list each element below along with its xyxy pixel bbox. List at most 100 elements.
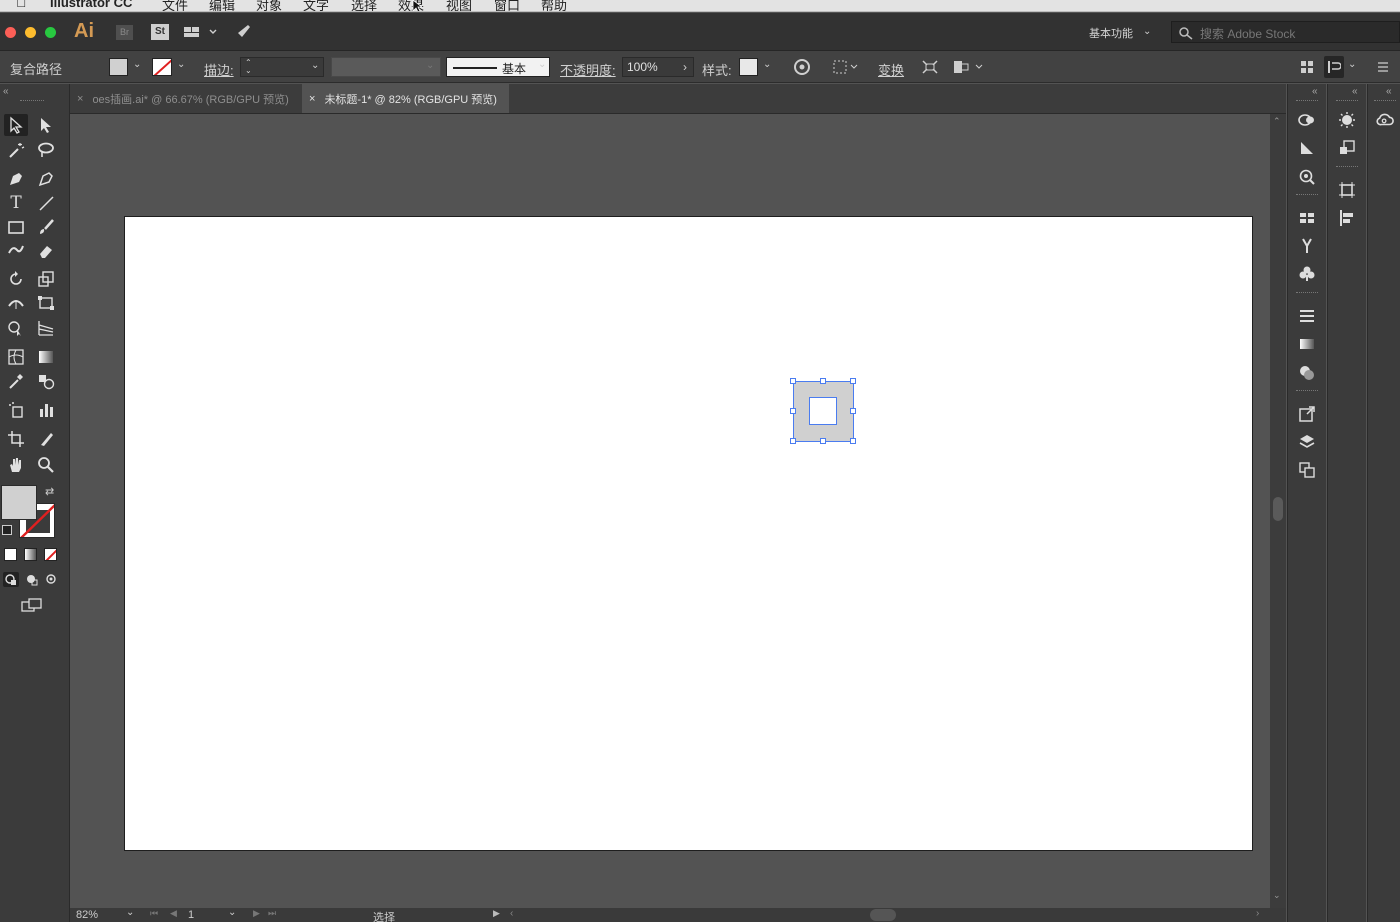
none-mode-icon[interactable]: [44, 548, 57, 561]
handle-top-middle[interactable]: [820, 378, 826, 384]
variable-width-profile[interactable]: ⌄: [331, 57, 441, 77]
grid-panel-icon[interactable]: [1298, 58, 1316, 76]
transform-panel-icon[interactable]: [1333, 136, 1361, 160]
pen-tool-icon[interactable]: [4, 168, 28, 190]
status-menu-icon[interactable]: ▶: [493, 908, 500, 919]
opacity-value[interactable]: 100%: [627, 60, 658, 74]
menu-file[interactable]: 文件: [162, 0, 188, 11]
draw-behind-icon[interactable]: [24, 572, 40, 587]
draw-inside-icon[interactable]: [44, 572, 60, 587]
handle-bottom-right[interactable]: [850, 438, 856, 444]
tools-panel-grip[interactable]: [20, 100, 44, 102]
mesh-tool-icon[interactable]: [4, 346, 28, 368]
dock-grip[interactable]: [1296, 390, 1318, 392]
direct-selection-tool-icon[interactable]: [34, 114, 58, 136]
draw-normal-icon[interactable]: [3, 572, 19, 587]
vertical-scrollbar[interactable]: ⌃ ⌄: [1270, 114, 1286, 908]
artboard-dropdown-icon[interactable]: ⌄: [228, 908, 236, 918]
dock-grip[interactable]: [1374, 100, 1396, 102]
dock-grip[interactable]: [1296, 100, 1318, 102]
handle-top-right[interactable]: [850, 378, 856, 384]
align-to-selection-icon[interactable]: [832, 58, 860, 76]
hand-tool-icon[interactable]: [4, 454, 28, 476]
stroke-dropdown-icon[interactable]: ⌄: [177, 59, 185, 70]
artboard-number[interactable]: 1: [188, 909, 194, 921]
first-artboard-icon[interactable]: ⏮: [150, 908, 158, 919]
screen-mode-icon[interactable]: [20, 597, 44, 613]
stock-search-field[interactable]: 搜索 Adobe Stock: [1171, 21, 1400, 43]
collapse-dock-icon[interactable]: «: [1352, 86, 1358, 97]
align-panel-toggle-icon[interactable]: [1324, 56, 1344, 78]
stroke-swatch[interactable]: [152, 58, 172, 76]
handle-top-left[interactable]: [790, 378, 796, 384]
css-properties-panel-icon[interactable]: [1293, 165, 1321, 189]
stroke-panel-icon[interactable]: [1293, 304, 1321, 328]
menu-window[interactable]: 窗口: [494, 0, 520, 11]
menu-edit[interactable]: 编辑: [209, 0, 235, 11]
column-graph-tool-icon[interactable]: [34, 399, 58, 421]
artboard-tool-icon[interactable]: [4, 428, 28, 450]
rectangle-tool-icon[interactable]: [4, 216, 28, 238]
tab-untitled-1[interactable]: × 未标题-1* @ 82% (RGB/GPU 预览): [302, 84, 509, 113]
paintbrush-tool-icon[interactable]: [34, 216, 58, 238]
vertical-scroll-thumb[interactable]: [1273, 497, 1283, 521]
blend-tool-icon[interactable]: [34, 370, 58, 392]
align-objects-panel-icon[interactable]: [1333, 178, 1361, 202]
tab-close-icon[interactable]: ×: [77, 93, 83, 105]
control-bar-menu-icon[interactable]: [1375, 58, 1391, 76]
menu-view[interactable]: 视图: [446, 0, 472, 11]
next-artboard-icon[interactable]: ▶: [253, 908, 260, 919]
swap-fill-stroke-icon[interactable]: ⇄: [45, 485, 54, 498]
previous-artboard-icon[interactable]: ◀: [170, 908, 177, 919]
scale-tool-icon[interactable]: [34, 268, 58, 290]
scroll-left-icon[interactable]: ‹: [510, 908, 513, 919]
export-assets-panel-icon[interactable]: [1293, 402, 1321, 426]
horizontal-scroll-thumb[interactable]: [870, 909, 896, 921]
free-transform-tool-icon[interactable]: [34, 292, 58, 314]
transparency-panel-icon[interactable]: [1293, 361, 1321, 385]
width-tool-icon[interactable]: [4, 292, 28, 314]
workspace-switcher[interactable]: 基本功能: [1089, 25, 1133, 41]
creative-cloud-libraries-icon[interactable]: [1371, 108, 1399, 132]
handle-bottom-left[interactable]: [790, 438, 796, 444]
zoom-window-button[interactable]: [45, 27, 56, 38]
shape-builder-tool-icon[interactable]: [4, 317, 28, 339]
curvature-tool-icon[interactable]: [34, 168, 58, 190]
handle-middle-left[interactable]: [790, 408, 796, 414]
brushes-panel-icon[interactable]: [1293, 234, 1321, 258]
style-dropdown-icon[interactable]: ⌄: [763, 59, 771, 70]
perspective-grid-tool-icon[interactable]: [34, 317, 58, 339]
handle-bottom-middle[interactable]: [820, 438, 826, 444]
dock-grip[interactable]: [1296, 292, 1318, 294]
stroke-stepper-icon[interactable]: ⌃ ⌄: [245, 59, 252, 75]
scroll-down-icon[interactable]: ⌄: [1273, 890, 1281, 901]
slice-tool-icon[interactable]: [34, 428, 58, 450]
handle-middle-right[interactable]: [850, 408, 856, 414]
zoom-dropdown-icon[interactable]: ⌄: [126, 908, 134, 918]
bridge-button[interactable]: Br: [116, 25, 133, 40]
dock-grip[interactable]: [1336, 166, 1358, 168]
last-artboard-icon[interactable]: ⏭: [268, 908, 276, 919]
menu-type[interactable]: 文字: [303, 0, 329, 11]
type-tool-icon[interactable]: T: [4, 192, 28, 214]
tab-oes-illustration[interactable]: × oes插画.ai* @ 66.67% (RGB/GPU 预览): [70, 84, 302, 113]
dock-grip[interactable]: [1296, 194, 1318, 196]
opacity-arrow-icon[interactable]: ›: [683, 60, 687, 74]
scroll-right-icon[interactable]: ›: [1256, 908, 1259, 919]
menu-help[interactable]: 帮助: [541, 0, 567, 11]
scroll-up-icon[interactable]: ⌃: [1273, 116, 1281, 127]
dock-grip[interactable]: [1336, 100, 1358, 102]
isolate-object-icon[interactable]: [920, 58, 940, 76]
close-window-button[interactable]: [5, 27, 16, 38]
swatches-panel-icon[interactable]: [1293, 206, 1321, 230]
shaper-tool-icon[interactable]: [4, 240, 28, 262]
color-mode-icon[interactable]: [4, 548, 17, 561]
fill-swatch[interactable]: [109, 58, 128, 76]
collapse-dock-icon[interactable]: «: [1312, 86, 1318, 97]
graphic-style-swatch[interactable]: [739, 58, 758, 76]
default-fill-stroke-icon[interactable]: [2, 525, 12, 535]
minimize-window-button[interactable]: [25, 27, 36, 38]
menu-object[interactable]: 对象: [256, 0, 282, 11]
align-panel-icon[interactable]: [1333, 206, 1361, 230]
opacity-label[interactable]: 不透明度:: [560, 60, 616, 79]
